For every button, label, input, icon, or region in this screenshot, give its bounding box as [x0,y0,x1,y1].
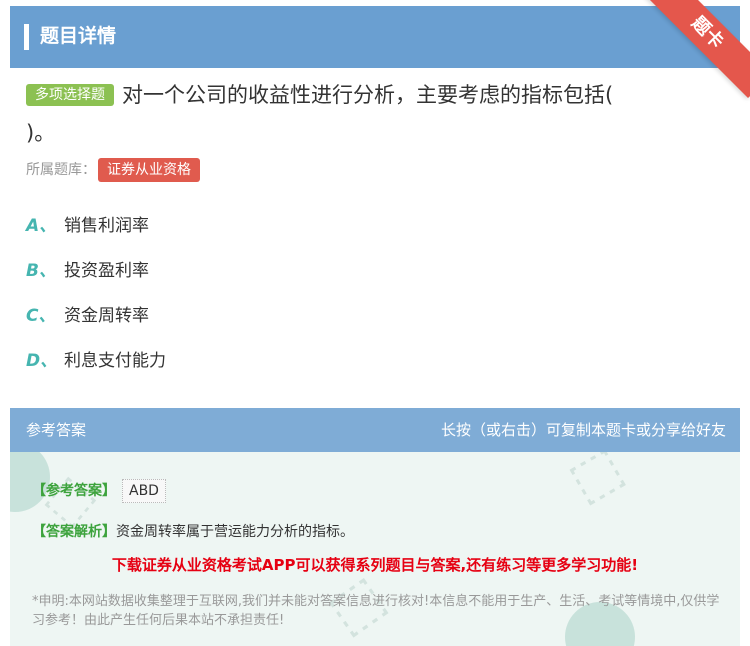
app-download-link[interactable]: 下载证券从业资格考试APP可以获得系列题目与答案,还有练习等更多学习功能! [10,554,740,575]
question-text-line1: 对一个公司的收益性进行分析，主要考虑的指标包括( [122,83,614,107]
option-a[interactable]: A、 销售利润率 [26,213,149,239]
disclaimer: *申明:本网站数据收集整理于互联网,我们并未能对答案信息进行核对!本信息不能用于… [32,594,720,628]
option-text: 资金周转率 [64,306,149,326]
share-hint[interactable]: 长按（或右击）可复制本题卡或分享给好友 [441,408,726,452]
option-letter: A、 [26,216,57,236]
option-c[interactable]: C、 资金周转率 [26,303,149,329]
option-text: 投资盈利率 [64,261,149,281]
option-letter: B、 [26,261,56,281]
answer-row: 【参考答案】 ABD [32,479,166,503]
analysis-text: 资金周转率属于营运能力分析的指标。 [116,524,354,540]
answer-header-title: 参考答案 [26,421,87,439]
watermark-glyph: ⬚ [557,452,634,514]
answer-value: ABD [122,479,166,503]
question-library: 所属题库： 证券从业资格 [26,158,200,182]
header-accent-bar [24,24,29,50]
analysis-row: 【答案解析】资金周转率属于营运能力分析的指标。 [32,521,354,543]
option-d[interactable]: D、 利息支付能力 [26,348,166,374]
library-label: 所属题库： [26,162,96,178]
question-text-line2: )。 [26,121,56,145]
option-b[interactable]: B、 投资盈利率 [26,258,149,284]
answer-label: 【参考答案】 [32,483,116,499]
option-letter: C、 [26,306,56,326]
library-tag[interactable]: 证券从业资格 [98,158,200,182]
page-title: 题目详情 [40,25,117,47]
option-text: 销售利润率 [64,216,149,236]
detail-header: 题目详情 [10,6,740,68]
answer-header: 参考答案 长按（或右击）可复制本题卡或分享给好友 [10,408,740,452]
question-type-badge: 多项选择题 [26,84,114,106]
option-text: 利息支付能力 [64,351,166,371]
option-letter: D、 [26,351,58,371]
analysis-label: 【答案解析】 [32,524,116,540]
question-text: 多项选择题 对一个公司的收益性进行分析，主要考虑的指标包括( [26,80,726,110]
answer-body: ⬚ ⬚ ⬚ 【参考答案】 ABD 【答案解析】资金周转率属于营运能力分析的指标。 … [10,452,740,646]
